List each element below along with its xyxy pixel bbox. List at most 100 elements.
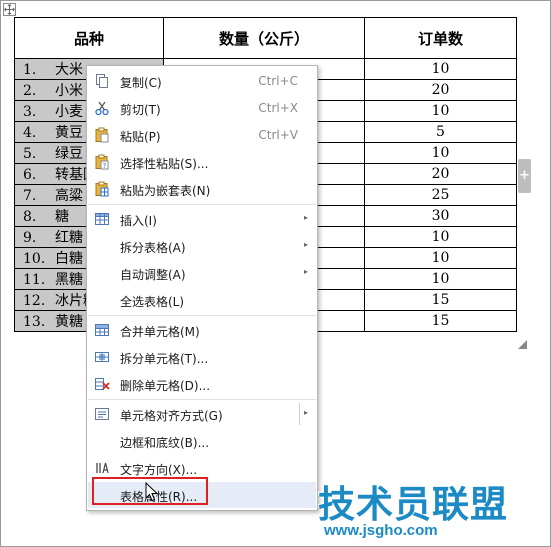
row-number: 3. [23, 104, 37, 120]
menu-item-shortcut: Ctrl+X [258, 101, 298, 115]
menu-separator [88, 399, 316, 400]
cell-orders[interactable]: 10 [364, 226, 517, 248]
cell-orders[interactable]: 30 [364, 205, 517, 227]
menu-item-copy[interactable]: 复制(C) Ctrl+C [88, 68, 316, 94]
mouse-cursor-icon [145, 482, 159, 502]
cell-orders[interactable]: 15 [364, 310, 517, 332]
header-orders: 订单数 [364, 17, 517, 59]
menu-item-label: 拆分表格(A) [120, 241, 186, 255]
table-insert-icon [95, 213, 109, 225]
cell-orders[interactable]: 5 [364, 121, 517, 143]
menu-item-split-table[interactable]: 拆分表格(A) ▸ [88, 233, 316, 259]
row-number: 8. [23, 209, 37, 225]
menu-item-shortcut: Ctrl+V [258, 128, 298, 142]
merge-cells-icon [95, 324, 109, 336]
row-number: 2. [23, 83, 37, 99]
variety-name: 小麦 [55, 104, 83, 120]
table-resize-handle-icon[interactable] [518, 340, 527, 349]
menu-item-label: 选择性粘贴(S)... [120, 157, 209, 171]
variety-name: 绿豆 [55, 146, 83, 162]
variety-name: 红糖 [55, 230, 83, 246]
row-number: 7. [23, 188, 37, 204]
submenu-divider [299, 403, 300, 425]
delete-cells-icon [95, 378, 110, 390]
submenu-arrow-icon: ▸ [303, 240, 308, 249]
menu-item-split-cells[interactable]: 拆分单元格(T)... [88, 344, 316, 370]
variety-name: 黄糖 [55, 314, 83, 330]
row-number: 4. [23, 125, 37, 141]
row-number: 1. [23, 62, 37, 78]
submenu-arrow-icon: ▸ [303, 213, 308, 222]
menu-item-label: 拆分单元格(T)... [120, 352, 209, 366]
variety-name: 小米 [55, 83, 83, 99]
context-menu: 复制(C) Ctrl+C 剪切(T) Ctrl+X 粘贴(P) Ctrl+V ?… [86, 65, 318, 511]
menu-item-auto-fit[interactable]: 自动调整(A) ▸ [88, 260, 316, 286]
menu-item-paste-special[interactable]: ? 选择性粘贴(S)... [88, 149, 316, 175]
menu-item-label: 全选表格(L) [120, 295, 185, 309]
row-number: 9. [23, 230, 37, 246]
cell-orders[interactable]: 10 [364, 142, 517, 164]
variety-name: 白糖 [55, 251, 83, 267]
cell-orders[interactable]: 10 [364, 247, 517, 269]
variety-name: 黄豆 [55, 125, 83, 141]
menu-item-label: 边框和底纹(B)... [120, 436, 210, 450]
table-move-handle-icon[interactable] [3, 3, 16, 16]
menu-item-borders-shading[interactable]: 边框和底纹(B)... [88, 428, 316, 454]
menu-item-label: 文字方向(X)... [120, 463, 198, 477]
submenu-arrow-icon: ▸ [303, 408, 308, 417]
menu-item-shortcut: Ctrl+C [258, 74, 298, 88]
watermark: 技术员联盟 www.jsgho.com [318, 474, 548, 546]
menu-item-label: 粘贴(P) [120, 130, 161, 144]
menu-item-paste[interactable]: 粘贴(P) Ctrl+V [88, 122, 316, 148]
cell-orders[interactable]: 10 [364, 58, 517, 80]
menu-item-label: 复制(C) [120, 76, 162, 90]
cell-orders[interactable]: 20 [364, 79, 517, 101]
table-header-row: 品种 数量（公斤） 订单数 [14, 17, 517, 59]
menu-item-paste-nested-table[interactable]: 粘贴为嵌套表(N) [88, 176, 316, 202]
watermark-title: 技术员联盟 [318, 483, 508, 526]
menu-item-label: 自动调整(A) [120, 268, 186, 282]
plus-icon: + [519, 168, 530, 183]
paste-special-icon: ? [95, 154, 109, 170]
row-number: 11. [23, 272, 46, 288]
cell-orders[interactable]: 10 [364, 268, 517, 290]
menu-item-select-table[interactable]: 全选表格(L) [88, 287, 316, 313]
menu-separator [88, 315, 316, 316]
menu-item-label: 粘贴为嵌套表(N) [120, 184, 211, 198]
row-number: 5. [23, 146, 37, 162]
variety-name: 黑糖 [55, 272, 83, 288]
menu-item-cut[interactable]: 剪切(T) Ctrl+X [88, 95, 316, 121]
paste-icon [95, 127, 109, 143]
menu-item-label: 单元格对齐方式(G) [120, 409, 223, 423]
menu-item-label: 删除单元格(D)... [120, 379, 211, 393]
menu-item-cell-alignment[interactable]: 单元格对齐方式(G) ▸ [88, 401, 316, 427]
menu-item-insert[interactable]: 插入(I) ▸ [88, 206, 316, 232]
variety-name: 糖 [55, 209, 69, 225]
cell-orders[interactable]: 20 [364, 163, 517, 185]
row-number: 10. [23, 251, 46, 267]
copy-icon [96, 74, 108, 88]
add-column-tab[interactable]: + [518, 159, 531, 193]
text-direction-icon [96, 462, 109, 474]
menu-item-delete-cells[interactable]: 删除单元格(D)... [88, 371, 316, 397]
menu-item-label: 合并单元格(M) [120, 325, 200, 339]
submenu-arrow-icon: ▸ [303, 267, 308, 276]
split-cells-icon [95, 352, 109, 362]
row-number: 12. [23, 293, 46, 309]
variety-name: 高粱 [55, 188, 83, 204]
header-quantity: 数量（公斤） [163, 17, 365, 59]
menu-item-merge-cells[interactable]: 合并单元格(M) [88, 317, 316, 343]
watermark-url: www.jsgho.com [324, 522, 438, 539]
cell-orders[interactable]: 15 [364, 289, 517, 311]
row-number: 6. [23, 167, 37, 183]
variety-name: 大米 [55, 62, 83, 78]
menu-separator [88, 204, 316, 205]
row-number: 13. [23, 314, 46, 330]
menu-item-label: 插入(I) [120, 214, 157, 228]
cell-orders[interactable]: 25 [364, 184, 517, 206]
header-variety: 品种 [14, 17, 164, 59]
cell-orders[interactable]: 10 [364, 100, 517, 122]
align-icon [95, 408, 109, 420]
menu-item-label: 剪切(T) [120, 103, 161, 117]
scissors-icon [95, 101, 109, 116]
